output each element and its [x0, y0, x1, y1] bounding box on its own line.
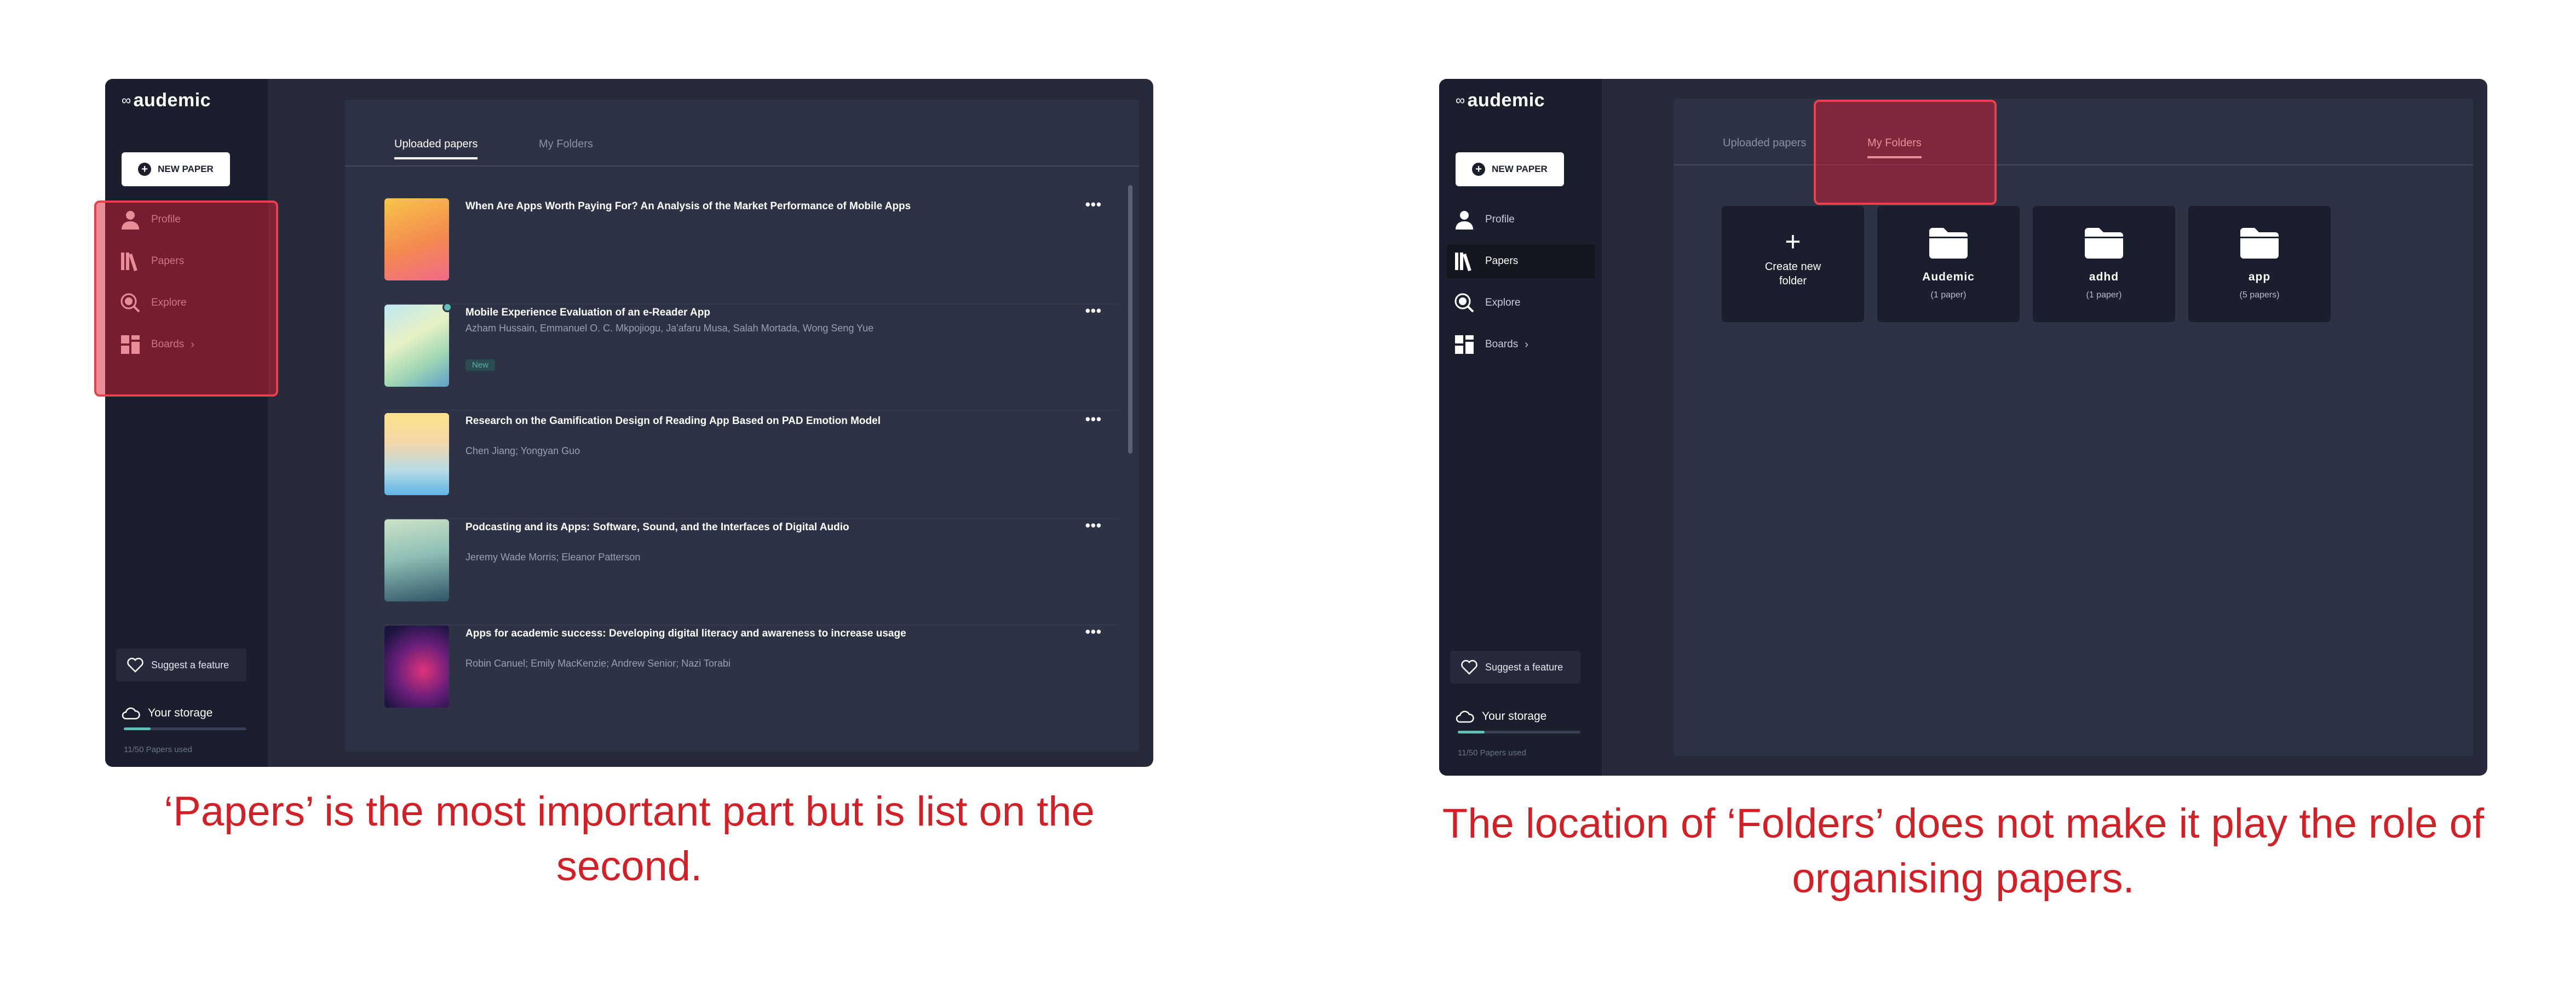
heart-icon	[1461, 660, 1477, 675]
folder-count: (5 papers)	[2239, 290, 2280, 300]
folder-card[interactable]: app (5 papers)	[2188, 206, 2331, 322]
sidebar-item-boards[interactable]: Boards ›	[1447, 328, 1595, 362]
paper-authors: Chen Jiang; Yongyan Guo	[465, 445, 580, 456]
plus-icon: +	[138, 163, 152, 176]
books-icon	[1455, 253, 1471, 272]
cloud-icon	[1456, 710, 1474, 723]
logo[interactable]: ∞ audemic	[122, 90, 211, 111]
plus-icon: +	[1472, 163, 1486, 176]
paper-item[interactable]: When Are Apps Worth Paying For? An Analy…	[384, 197, 1118, 305]
tab-uploaded-papers[interactable]: Uploaded papers	[1723, 137, 1806, 156]
storage-progress-bar	[1458, 731, 1580, 733]
folder-name: app	[2248, 271, 2271, 283]
explore-icon	[1454, 293, 1474, 313]
suggest-feature-button[interactable]: Suggest a feature	[1450, 651, 1580, 684]
heart-icon	[127, 657, 143, 673]
highlight-sidebar-nav	[94, 200, 278, 397]
new-indicator-dot	[442, 302, 452, 312]
storage-used-text: 11/50 Papers used	[124, 745, 192, 754]
caption-left: ‘Papers’ is the most important part but …	[164, 788, 1095, 890]
paper-title: Mobile Experience Evaluation of an e-Rea…	[465, 307, 710, 318]
new-badge: New	[465, 359, 496, 371]
paper-thumbnail	[384, 519, 449, 601]
logo[interactable]: ∞ audemic	[1456, 90, 1545, 111]
new-paper-button[interactable]: + NEW PAPER	[122, 152, 230, 186]
sidebar-item-papers[interactable]: Papers	[1447, 244, 1595, 278]
folder-icon	[2240, 228, 2279, 259]
highlight-my-folders-tab	[1814, 100, 1997, 205]
storage-section[interactable]: Your storage	[1456, 710, 1546, 723]
paper-authors: Azham Hussain, Emmanuel O. C. Mkpojiogu,…	[465, 323, 874, 334]
storage-progress-fill	[124, 727, 151, 730]
paper-title: Apps for academic success: Developing di…	[465, 628, 906, 639]
paper-thumbnail	[384, 305, 449, 387]
papers-panel: Uploaded papers My Folders When Are Apps…	[345, 100, 1139, 752]
more-options-icon[interactable]: •••	[1085, 303, 1102, 318]
tab-uploaded-papers[interactable]: Uploaded papers	[394, 138, 478, 159]
paper-thumbnail	[384, 626, 449, 708]
sidebar: ∞audemic + NEW PAPER Profile Papers Expl…	[105, 79, 268, 767]
paper-item[interactable]: Podcasting and its Apps: Software, Sound…	[384, 518, 1118, 626]
sidebar-item-explore[interactable]: Explore	[1447, 286, 1595, 320]
tab-my-folders[interactable]: My Folders	[539, 138, 593, 157]
boards-icon	[1455, 335, 1474, 354]
tab-bar: Uploaded papers My Folders	[1674, 99, 2473, 165]
more-options-icon[interactable]: •••	[1085, 624, 1102, 639]
paper-title: When Are Apps Worth Paying For? An Analy…	[465, 200, 911, 212]
paper-item[interactable]: Apps for academic success: Developing di…	[384, 624, 1118, 732]
cloud-icon	[122, 707, 140, 720]
sidebar: ∞audemic + NEW PAPER Profile Papers Expl…	[1439, 79, 1602, 776]
more-options-icon[interactable]: •••	[1085, 412, 1102, 426]
paper-item[interactable]: Research on the Gamification Design of R…	[384, 412, 1118, 519]
create-folder-button[interactable]: + Create new folder	[1722, 206, 1864, 322]
paper-authors: Jeremy Wade Morris; Eleanor Patterson	[465, 552, 641, 563]
plus-icon: +	[1785, 226, 1801, 257]
tab-bar: Uploaded papers My Folders	[345, 100, 1139, 167]
user-icon	[1456, 211, 1473, 230]
storage-progress-fill	[1458, 731, 1485, 733]
storage-section[interactable]: Your storage	[122, 707, 212, 720]
paper-item[interactable]: Mobile Experience Evaluation of an e-Rea…	[384, 302, 1118, 411]
folder-icon	[2085, 228, 2123, 259]
more-options-icon[interactable]: •••	[1085, 197, 1102, 211]
new-paper-button[interactable]: + NEW PAPER	[1456, 152, 1564, 186]
folder-icon	[1929, 228, 1968, 259]
folder-count: (1 paper)	[1930, 290, 1967, 300]
sidebar-item-profile[interactable]: Profile	[1447, 203, 1595, 237]
chevron-right-icon: ›	[1525, 338, 1528, 351]
paper-thumbnail	[384, 413, 449, 495]
paper-thumbnail	[384, 198, 449, 280]
folder-count: (1 paper)	[2086, 290, 2122, 300]
suggest-feature-button[interactable]: Suggest a feature	[116, 649, 246, 681]
caption-right: The location of ‘Folders’ does not make …	[1442, 800, 2485, 902]
folder-name: adhd	[2089, 271, 2119, 283]
folder-card[interactable]: adhd (1 paper)	[2033, 206, 2175, 322]
paper-title: Podcasting and its Apps: Software, Sound…	[465, 521, 849, 533]
paper-title: Research on the Gamification Design of R…	[465, 415, 881, 427]
more-options-icon[interactable]: •••	[1085, 518, 1102, 532]
folders-panel: Uploaded papers My Folders + Create new …	[1674, 99, 2473, 756]
folder-name: Audemic	[1922, 271, 1975, 283]
left-screenshot: ∞audemic + NEW PAPER Profile Papers Expl…	[105, 79, 1153, 767]
create-folder-label: Create new folder	[1764, 261, 1821, 287]
paper-authors: Robin Canuel; Emily MacKenzie; Andrew Se…	[465, 658, 731, 669]
storage-used-text: 11/50 Papers used	[1458, 748, 1526, 758]
storage-progress-bar	[124, 727, 246, 730]
folder-card[interactable]: Audemic (1 paper)	[1877, 206, 2020, 322]
scrollbar[interactable]	[1128, 185, 1132, 454]
